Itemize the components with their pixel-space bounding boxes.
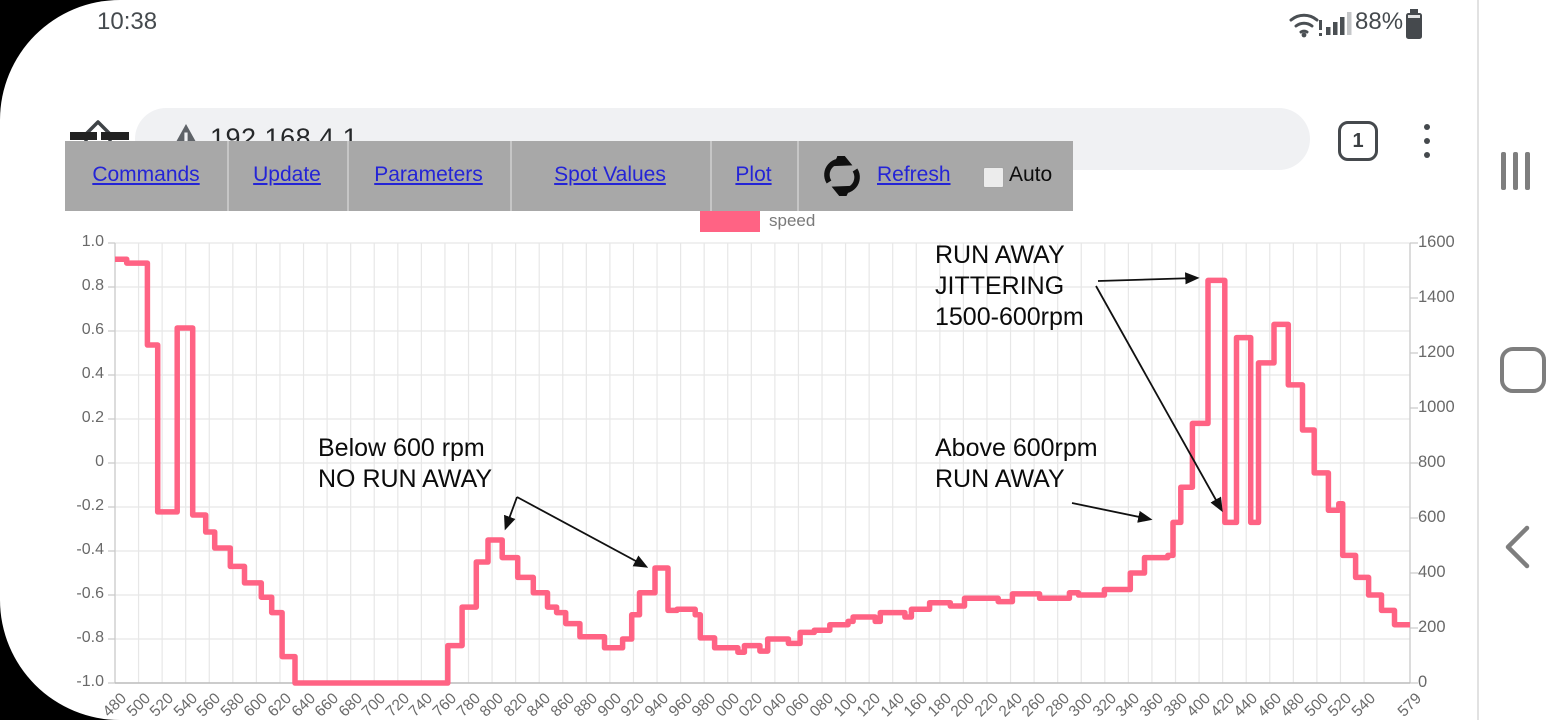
annotation-runaway-jitter: 1500-600rpm [935,302,1084,333]
tab-link-parameters[interactable]: Parameters [374,163,483,187]
annotation-runaway-jitter: JITTERING [935,271,1064,302]
recents-icon[interactable] [1525,152,1530,190]
clipped-heading-fragment [70,132,97,140]
y-left-tick-label: -1.0 [58,673,104,691]
tab-divider [710,141,712,211]
y-right-tick-label: 1000 [1418,398,1455,417]
status-time: 10:38 [97,8,157,36]
annotation-arrow [1072,503,1149,519]
android-home-icon[interactable] [1500,347,1546,393]
tab-divider [797,141,799,211]
y-left-tick-label: -0.6 [58,585,104,603]
page-tab-bar: CommandsUpdateParametersSpot ValuesPlot … [65,141,1073,211]
refresh-link[interactable]: Refresh [877,163,951,187]
tab-link-commands[interactable]: Commands [92,163,199,187]
y-left-tick-label: 0.6 [58,321,104,339]
y-right-tick-label: 600 [1418,508,1446,527]
y-left-tick-label: 1.0 [58,233,104,251]
recents-icon[interactable] [1513,152,1518,190]
annotation-above-600: Above 600rpm [935,433,1098,464]
y-left-tick-label: 0 [58,453,104,471]
y-right-tick-label: 1200 [1418,343,1455,362]
signal-icon [1326,8,1354,38]
recents-icon[interactable] [1501,152,1506,190]
speed-chart [0,230,1560,720]
battery-percent: 88% [1355,8,1403,36]
menu-kebab-icon[interactable] [1424,138,1430,144]
y-left-tick-label: -0.8 [58,629,104,647]
y-right-tick-label: 800 [1418,453,1446,472]
annotation-arrow [1096,286,1221,509]
legend-label: speed [769,211,815,231]
y-left-tick-label: -0.2 [58,497,104,515]
annotation-arrow [1098,278,1196,281]
tab-divider [347,141,349,211]
y-right-tick-label: 0 [1418,673,1427,692]
tab-link-plot[interactable]: Plot [735,163,771,187]
speed-line-series [115,259,1410,683]
nav-panel-divider [1477,0,1479,720]
annotation-below-600: NO RUN AWAY [318,464,492,495]
y-right-tick-label: 1400 [1418,288,1455,307]
menu-kebab-icon[interactable] [1424,152,1430,158]
browser-toolbar: 192.168.4.1 1 [0,48,1477,136]
clipped-heading-fragment [101,132,129,140]
battery-icon [1404,8,1424,40]
menu-kebab-icon[interactable] [1424,124,1430,130]
y-left-tick-label: 0.4 [58,365,104,383]
speed-line-path [115,259,1410,683]
y-right-tick-label: 200 [1418,618,1446,637]
tab-link-update[interactable]: Update [253,163,321,187]
y-left-tick-label: -0.4 [58,541,104,559]
tab-counter[interactable]: 1 [1338,121,1378,161]
wifi-warning-icon [1287,8,1325,38]
tab-divider [227,141,229,211]
legend-swatch [700,211,760,232]
auto-checkbox[interactable] [983,167,1004,188]
auto-checkbox-label: Auto [1009,163,1052,187]
annotation-above-600: RUN AWAY [935,464,1065,495]
chart-gridlines [115,243,1410,683]
phone-screen: 10:38 88% [0,0,1560,720]
status-bar: 10:38 88% [0,0,1477,46]
annotation-below-600: Below 600 rpm [318,433,485,464]
y-left-tick-label: 0.8 [58,277,104,295]
refresh-icon[interactable] [822,156,862,196]
android-back-icon[interactable] [1502,524,1532,570]
y-right-tick-label: 1600 [1418,233,1455,252]
y-right-tick-label: 400 [1418,563,1446,582]
tab-divider [510,141,512,211]
annotation-runaway-jitter: RUN AWAY [935,240,1065,271]
annotation-arrows [506,278,1221,566]
y-left-tick-label: 0.2 [58,409,104,427]
tab-link-spot-values[interactable]: Spot Values [554,163,666,187]
